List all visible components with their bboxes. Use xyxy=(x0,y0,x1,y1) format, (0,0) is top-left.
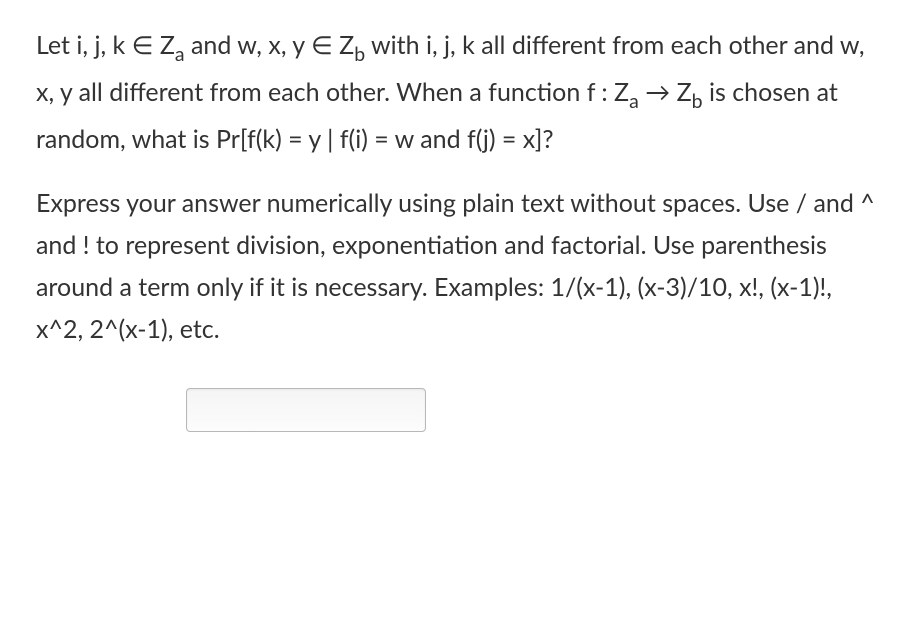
question-part4: → Z xyxy=(639,77,692,107)
subscript-b: b xyxy=(354,43,365,66)
question-part2: and w, x, y ∈ Z xyxy=(185,30,355,60)
subscript-a: a xyxy=(175,43,185,66)
subscript-a2: a xyxy=(629,90,639,113)
answer-instructions: Express your answer numerically using pl… xyxy=(36,182,884,350)
subscript-b2: b xyxy=(692,90,703,113)
question-part1: Let i, j, k ∈ Z xyxy=(36,30,175,60)
question-text: Let i, j, k ∈ Za and w, x, y ∈ Zb with i… xyxy=(36,24,884,160)
answer-input[interactable] xyxy=(186,388,426,432)
answer-container xyxy=(36,388,884,432)
